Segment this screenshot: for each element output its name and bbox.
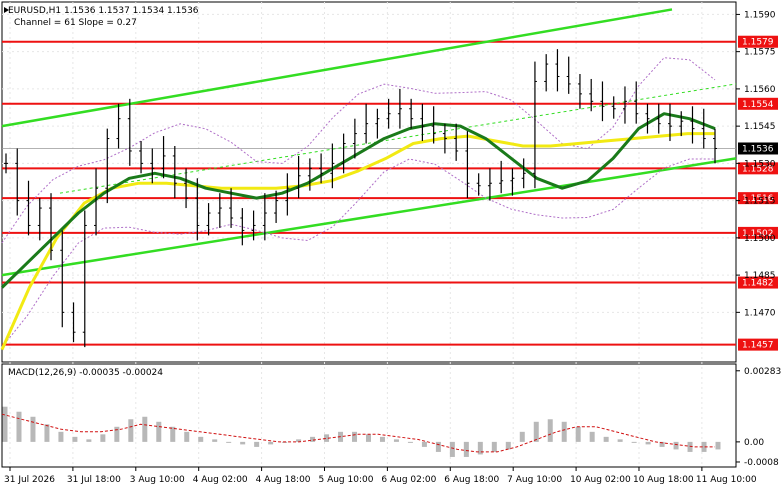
macd-histogram-bar [352,431,358,442]
macd-histogram-bar [547,419,553,442]
macd-histogram-bar [617,439,623,442]
macd-histogram-bar [561,421,567,442]
macd-histogram-bar [407,441,413,443]
x-tick-label: 4 Aug 02:00 [193,475,248,485]
y-tick-label: 1.1575 [744,48,776,58]
macd-histogram-bar [421,441,427,447]
macd-histogram-bar [86,439,92,442]
y-tick-label: 1.1485 [744,271,776,281]
x-tick-label: 7 Aug 10:00 [507,475,562,485]
macd-histogram-bar [393,439,399,442]
level-price-label: 1.1554 [742,100,774,110]
x-tick-label: 6 Aug 02:00 [381,475,436,485]
macd-histogram-bar [100,434,106,442]
y-tick-label: 1.1515 [744,197,776,207]
y-tick-label: 1.1590 [744,10,776,20]
x-tick-label: 31 Jul 18:00 [67,475,121,485]
x-tick-label: 4 Aug 18:00 [256,475,311,485]
macd-histogram-bar [575,426,581,442]
macd-histogram-bar [589,431,595,442]
macd-histogram-bar [30,416,36,442]
x-tick-label: 6 Aug 18:00 [444,475,499,485]
macd-histogram-bar [477,441,483,455]
y-tick-label: 1.1530 [744,159,776,169]
price-chart[interactable]: 1.15791.15541.15281.15161.15021.14821.14… [0,0,781,489]
channel-info: Channel = 61 Slope = 0.27 [14,18,137,28]
macd-histogram-bar [268,441,274,445]
macd-y-tick-label: 0.00 [744,438,764,448]
y-tick-label: 1.1545 [744,122,776,132]
macd-histogram-bar [603,436,609,442]
macd-histogram-bar [491,441,497,452]
x-tick-label: 11 Aug 10:00 [696,475,757,485]
level-price-label: 1.1457 [742,341,774,351]
macd-histogram-bar [533,421,539,442]
y-tick-label: 1.1470 [744,308,776,318]
x-tick-label: 10 Aug 18:00 [633,475,694,485]
chart-window: 1.1579 1.1554 1.1528 1.1516 1.1502 1.1482 1.14… [0,0,781,489]
macd-histogram-bar [673,441,679,450]
macd-histogram-bar [16,411,22,442]
macd-histogram-bar [212,439,218,442]
macd-histogram-bar [505,441,511,450]
macd-histogram-bar [198,436,204,442]
macd-histogram-bar [463,441,469,457]
level-price-label: 1.1579 [742,38,774,48]
macd-histogram-bar [156,421,162,442]
macd-histogram-bar [254,441,260,447]
macd-label: MACD(12,26,9) -0.00035 -0.00024 [8,368,163,378]
main-plot-area [1,1,737,363]
macd-histogram-bar [365,434,371,442]
macd-histogram-bar [2,406,8,442]
macd-histogram-bar [379,436,385,442]
macd-y-tick-label: -0.0008 [744,458,779,468]
macd-histogram-bar [128,419,134,442]
macd-histogram-bar [310,436,316,442]
y-tick-label: 1.1560 [744,85,776,95]
macd-histogram-bar [72,436,78,442]
macd-histogram-bar [435,441,441,452]
y-tick-label: 1.1500 [744,234,776,244]
macd-histogram-bar [114,426,120,442]
macd-histogram-bar [58,431,64,442]
macd-y-tick-label: 0.00283 [744,367,781,377]
macd-histogram-bar [44,424,50,442]
macd-histogram-bar [226,441,232,443]
macd-histogram-bar [631,441,637,443]
x-tick-label: 10 Aug 02:00 [570,475,631,485]
macd-histogram-bar [142,416,148,442]
macd-histogram-bar [240,441,246,445]
macd-plot-area [1,363,737,468]
macd-histogram-bar [715,441,721,450]
macd-histogram-bar [184,431,190,442]
x-axis: 31 Jul 2026 31 Jul 18:00 3 Aug 10:00 4 Aug … [4,467,757,485]
x-tick-label: 31 Jul 2026 [4,475,55,485]
macd-histogram-bar [645,441,651,445]
macd-histogram-bar [519,431,525,442]
macd-histogram-bar [449,441,455,457]
symbol-header: EURUSD,H1 1.1536 1.1537 1.1534 1.1536 [8,6,199,16]
x-tick-label: 3 Aug 10:00 [130,475,185,485]
current-price-label: 1.1536 [742,144,774,154]
x-tick-label: 5 Aug 10:00 [318,475,373,485]
